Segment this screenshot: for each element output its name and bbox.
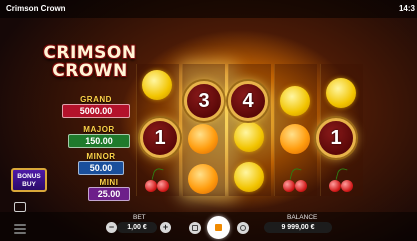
game-screen: Crimson Crown 14:3 CRIMSON CROWN GRAND 5…: [0, 0, 417, 241]
jackpot-major-value: 150.00: [68, 134, 130, 148]
cherry-icon: [281, 166, 309, 192]
jackpot-major-label: MAJOR: [83, 125, 115, 134]
top-bar: Crimson Crown 14:3: [0, 0, 417, 18]
spin-button[interactable]: [207, 216, 230, 239]
orange-icon: [280, 124, 310, 154]
cherry-icon: [327, 166, 355, 192]
bonus-buy-line-1: BONUS: [17, 173, 41, 180]
cherry-icon: [143, 166, 171, 192]
jackpot-minor-label: MINOR: [86, 152, 116, 161]
lemon-icon: [326, 78, 356, 108]
jackpot-mini: MINI 25.00: [88, 178, 130, 201]
bet-decrease-button[interactable]: −: [106, 222, 117, 233]
lemon-icon: [280, 86, 310, 116]
orange-icon: [188, 164, 218, 194]
bonus-buy-button[interactable]: BONUS BUY: [11, 168, 47, 192]
lemon-icon: [142, 70, 172, 100]
autoplay-button[interactable]: [189, 222, 201, 234]
jackpot-grand-label: GRAND: [80, 95, 112, 104]
logo-line-1: CRIMSON: [43, 43, 137, 63]
bet-increase-button[interactable]: +: [160, 222, 171, 233]
bet-label: BET: [133, 214, 146, 221]
bet-value: 1,00 €: [117, 222, 157, 233]
jackpot-major: MAJOR 150.00: [68, 125, 130, 148]
coin-symbol: 1: [316, 118, 356, 158]
reel-area: 3 4 1 1: [136, 64, 364, 196]
bonus-buy-line-2: BUY: [22, 181, 36, 188]
jackpot-minor: MINOR 50.00: [78, 152, 124, 175]
lemon-icon: [234, 162, 264, 192]
game-title: Crimson Crown: [6, 4, 66, 13]
balance-value: 9 999,00 €: [264, 222, 332, 233]
coin-symbol: 3: [184, 81, 224, 121]
jackpot-grand-value: 5000.00: [62, 104, 130, 118]
game-logo: CRIMSON CROWN: [40, 44, 140, 80]
coin-symbol: 1: [140, 118, 180, 158]
orange-icon: [188, 124, 218, 154]
balance-label: BALANCE: [287, 214, 318, 221]
logo-line-2: CROWN: [52, 61, 128, 81]
turbo-button[interactable]: [237, 222, 249, 234]
paytable-icon[interactable]: [14, 202, 26, 212]
jackpot-minor-value: 50.00: [78, 161, 124, 175]
clock: 14:3: [398, 4, 415, 13]
lemon-icon: [234, 122, 264, 152]
jackpot-mini-label: MINI: [99, 178, 119, 187]
jackpot-mini-value: 25.00: [88, 187, 130, 201]
jackpot-grand: GRAND 5000.00: [62, 95, 130, 118]
coin-symbol: 4: [228, 81, 268, 121]
